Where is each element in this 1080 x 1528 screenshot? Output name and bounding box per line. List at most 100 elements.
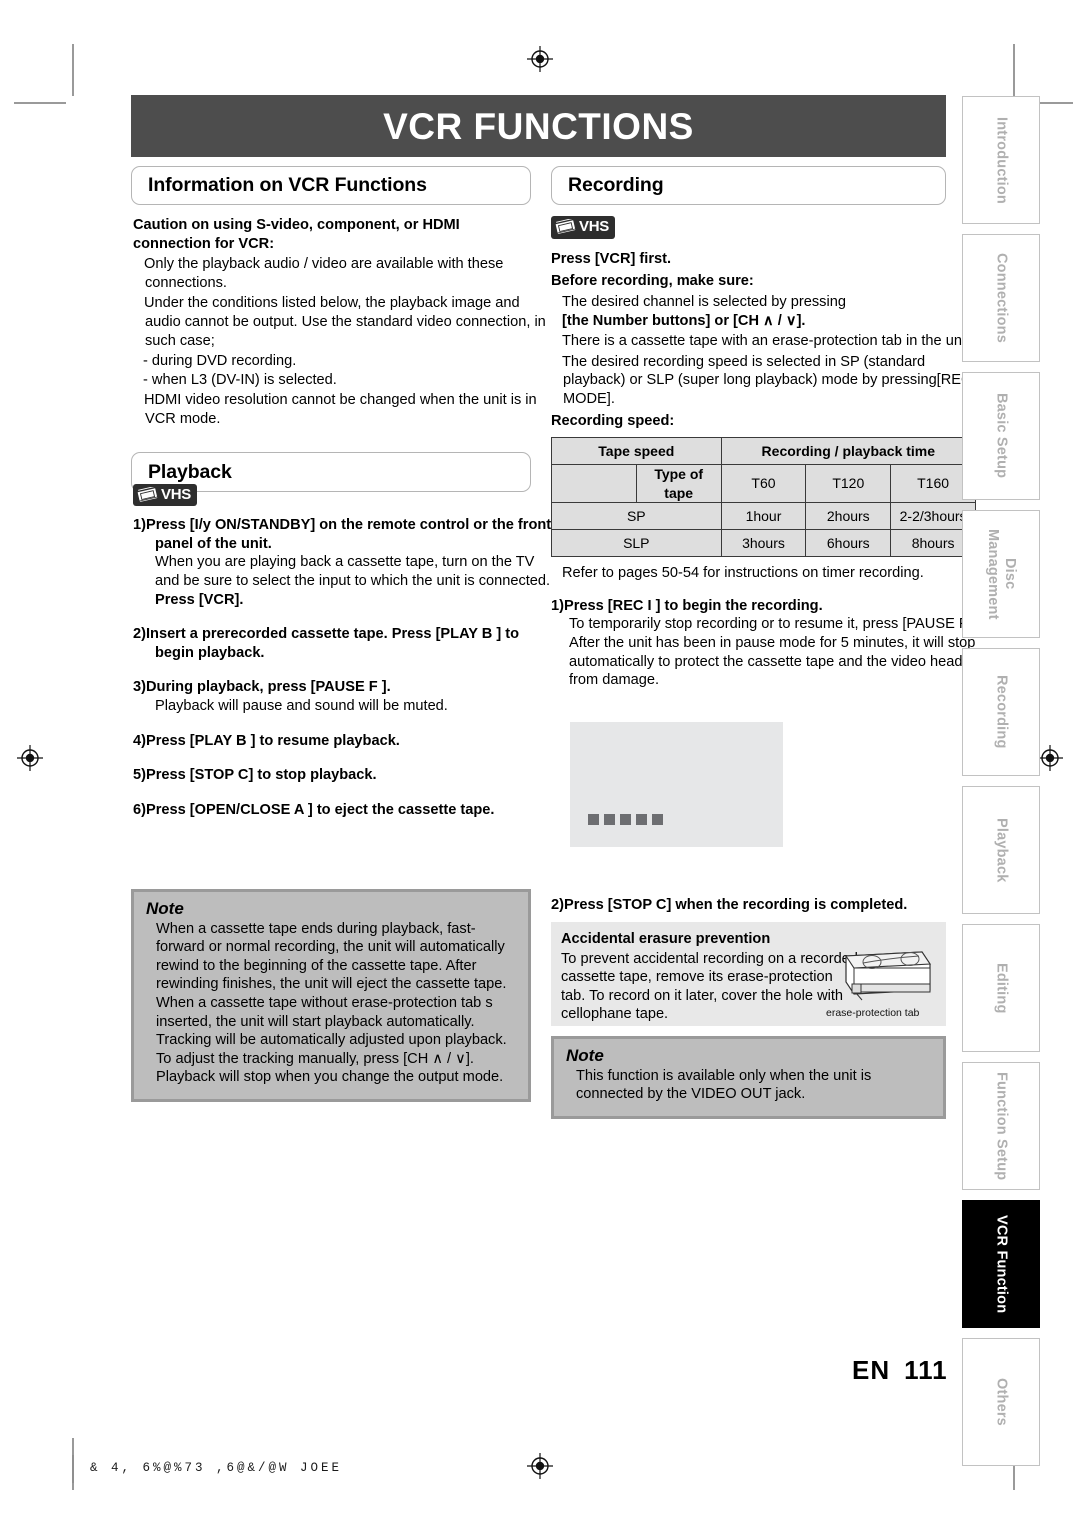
before-recording-item-1: The desired channel is selected by press… [562,293,846,310]
caution-bullet-2: - when L3 (DV-IN) is selected. [143,371,337,388]
playback-step-5-bold: Press [STOP C] to stop playback. [145,767,377,784]
table-header-row-2: Type of tape T60 T120 T160 [551,464,976,504]
table-cell-sp-t60: 1hour [720,502,807,531]
chapter-tab-editing[interactable]: Editing [962,924,1040,1052]
playback-step-3-body: Playback will pause and sound will be mu… [155,698,448,715]
recording-step-1-bold: Press [REC I ] to begin the recording. [563,597,823,614]
timer-recording-note: Refer to pages 50-54 for instructions on… [562,565,924,582]
chapter-tab-recording-label: Recording [993,675,1010,749]
crop-mark-top-right-v [1013,44,1015,96]
table-row-sp: SP 1hour 2hours 2-2/3hours [551,502,976,531]
recording-speed-label: Recording speed: [551,412,675,429]
playback-step-2-bold: Insert a prerecorded cassette tape. Pres… [145,626,520,661]
accidental-erasure-box: Accidental erasure prevention To prevent… [551,922,946,1026]
chapter-tab-vcr-function-label: VCR Function [993,1214,1010,1314]
table-corner-blank [551,464,637,503]
screen-indicator-squares [588,814,663,825]
note-box-playback: Note When a cassette tape ends during pl… [131,889,531,1102]
playback-step-2: 2)Insert a prerecorded cassette tape. Pr… [133,625,553,662]
table-header-type-of-tape: Type of tape [635,464,722,504]
chapter-tab-others-label: Others [993,1378,1010,1426]
note-box-playback-line-2: When a cassette tape without erase-prote… [156,994,493,1030]
chapter-tab-connections[interactable]: Connections [962,234,1040,362]
section-heading-recording-label: Recording [568,174,664,196]
before-recording-item-4: The desired recording speed is selected … [562,353,972,407]
chapter-tab-recording[interactable]: Recording [962,648,1040,776]
manual-page: VCR FUNCTIONS Information on VCR Functio… [0,0,1080,1528]
before-recording-item-2: [the Number buttons] or [CH ∧ / ∨]. [562,312,806,329]
table-cell-slp-t60: 3hours [720,529,807,558]
page-title-banner: VCR FUNCTIONS [131,95,946,157]
caution-paragraph-3: HDMI video resolution cannot be changed … [144,392,537,427]
footer-rule [72,1455,74,1483]
table-cell-slp-label: SLP [551,529,722,558]
playback-step-1: 1)Press [I/y ON/STANDBY] on the remote c… [133,516,553,553]
recording-step-1-num: 1) [551,597,564,614]
recording-speed-table: Tape speed Recording / playback time Typ… [551,437,977,558]
chapter-tab-disc-management-label: Disc Management [985,528,1018,620]
screen-square-5 [652,814,663,825]
table-header-tape-speed: Tape speed [551,437,722,466]
playback-step-2-num: 2) [133,626,146,643]
chapter-tab-disc-management[interactable]: Disc Management [962,510,1040,638]
playback-step-3: 3)During playback, press [PAUSE F ]. [133,678,553,697]
note-box-playback-line-1: When a cassette tape ends during playbac… [156,920,507,993]
chapter-tab-editing-label: Editing [993,962,1010,1014]
section-heading-information: Information on VCR Functions [131,166,531,205]
note-box-recording-title: Note [566,1046,604,1065]
caution-paragraph-2: Under the conditions listed below, the p… [144,295,546,349]
screen-square-4 [636,814,647,825]
table-header-t120: T120 [805,464,892,504]
table-cell-sp-t120: 2hours [805,502,892,531]
playback-step-4-bold: Press [PLAY B ] to resume playback. [145,732,400,749]
crop-mark-top-left-h [14,102,66,104]
chapter-tab-function-setup[interactable]: Function Setup [962,1062,1040,1190]
vhs-badge-playback: VHS [133,483,197,507]
chapter-tab-function-setup-label: Function Setup [993,1071,1010,1181]
chapter-tab-playback[interactable]: Playback [962,786,1040,914]
chapter-tab-others[interactable]: Others [962,1338,1040,1466]
playback-step-6: 6)Press [OPEN/CLOSE A ] to eject the cas… [133,801,553,820]
recording-step-2-bold: Press [STOP C] when the recording is com… [563,897,908,913]
recording-step-1: 1)Press [REC I ] to begin the recording. [551,597,976,616]
chapter-tab-introduction[interactable]: Introduction [962,96,1040,224]
vhs-badge-playback-label: VHS [161,485,191,503]
chapter-tab-vcr-function[interactable]: VCR Function [962,1200,1040,1328]
table-header-recording-time: Recording / playback time [720,437,977,466]
screen-square-3 [620,814,631,825]
note-box-playback-line-4: Playback will stop when you change the o… [156,1069,504,1086]
page-language-label: EN [852,1355,891,1385]
playback-step-1-body-bold: Press [VCR]. [155,591,244,608]
screen-square-1 [588,814,599,825]
chapter-tab-basic-setup-label: Basic Setup [993,393,1010,479]
chapter-tab-basic-setup[interactable]: Basic Setup [962,372,1040,500]
table-header-t60: T60 [720,464,807,504]
registration-mark-right [1037,745,1063,771]
note-box-recording-line-1: This function is available only when the… [576,1067,872,1103]
caution-heading-line1: Caution on using S-video, component, or … [133,217,460,233]
note-box-recording: Note This function is available only whe… [551,1036,946,1119]
press-vcr-first: Press [VCR] first. [551,250,672,267]
before-recording-heading: Before recording, make sure: [551,273,754,290]
chapter-tabs: Introduction Connections Basic Setup Dis… [962,96,1040,1476]
page-number-block: EN 111 [852,1355,948,1386]
vhs-cassette-icon-recording [554,218,578,236]
playback-step-4-num: 4) [133,732,146,749]
section-heading-recording: Recording [551,166,946,205]
note-box-playback-line-3: Tracking will be automatically adjusted … [156,1032,507,1067]
table-cell-slp-t120: 6hours [805,529,892,558]
registration-mark-left [17,745,43,771]
note-box-playback-title: Note [146,899,184,918]
vhs-tape-illustration-caption: erase-protection tab [826,1007,920,1019]
page-number-value: 111 [904,1355,948,1385]
chapter-tab-playback-label: Playback [993,817,1010,883]
playback-step-1-bold: Press [I/y ON/STANDBY] on the remote con… [145,517,552,552]
recording-screen-illustration [570,722,783,847]
playback-step-3-num: 3) [133,679,146,696]
playback-step-6-bold: Press [OPEN/CLOSE A ] to eject the casse… [145,801,495,818]
table-row-slp: SLP 3hours 6hours 8hours [551,529,976,558]
section-heading-information-label: Information on VCR Functions [148,174,427,196]
screen-square-2 [604,814,615,825]
footer-code: & 4, 6%@%73 ,6@&/@W JOEE [90,1461,343,1475]
recording-step-1-body: To temporarily stop recording or to resu… [569,616,980,689]
